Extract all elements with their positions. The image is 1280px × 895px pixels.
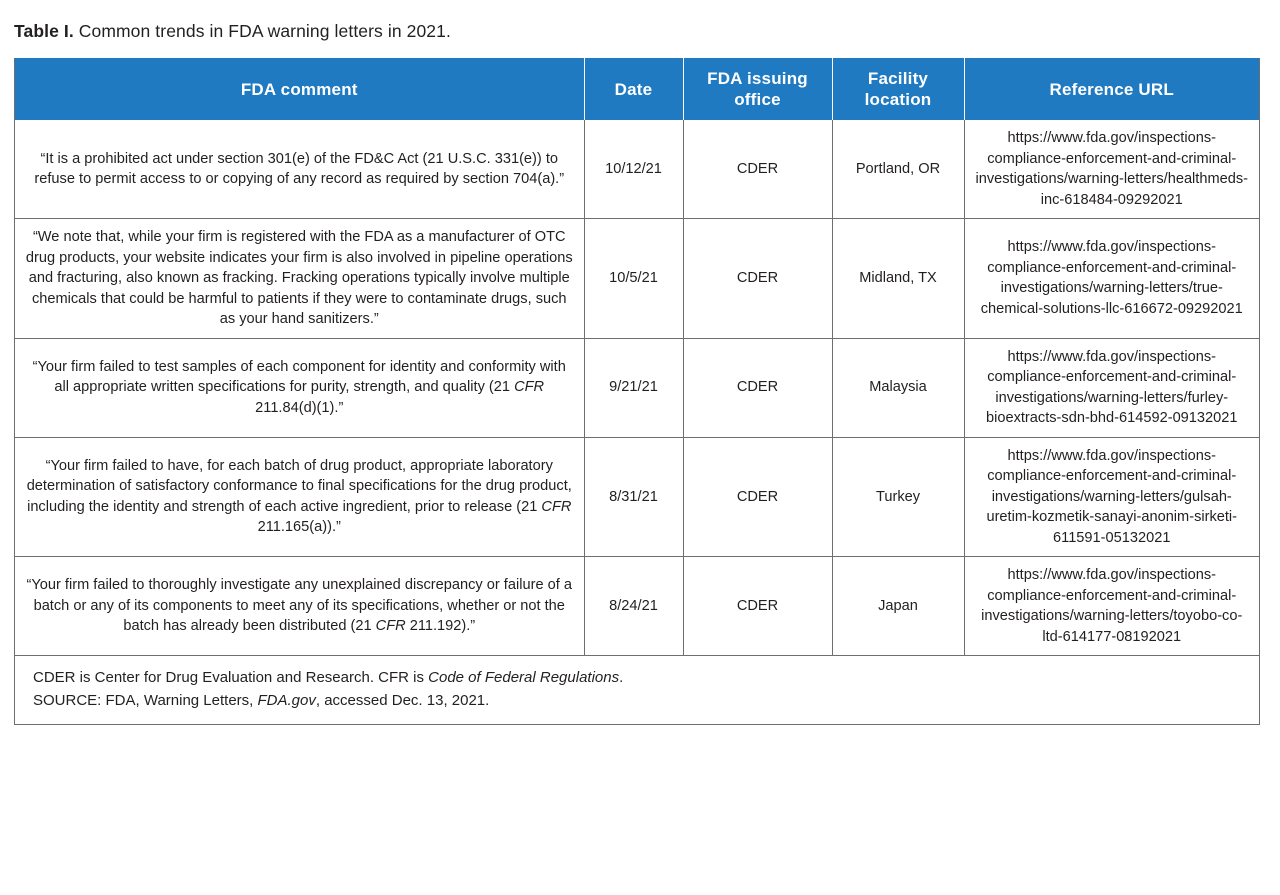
footnote-line1-pre: CDER is Center for Drug Evaluation and R… [33,669,429,686]
cell-reference-url: https://www.fda.gov/inspections-complian… [964,436,1259,557]
table-footnote: CDER is Center for Drug Evaluation and R… [15,655,1259,724]
cell-fda-comment: “Your firm failed to thoroughly investig… [15,556,585,656]
cell-date: 9/21/21 [584,337,684,437]
cell-date: 10/12/21 [584,120,684,219]
table-row: “It is a prohibited act under section 30… [15,120,1259,219]
footnote-abbreviations: CDER is Center for Drug Evaluation and R… [33,666,1241,689]
cell-reference-url: https://www.fda.gov/inspections-complian… [964,337,1259,437]
table-row: “Your firm failed to thoroughly investig… [15,556,1259,656]
table-row: “Your firm failed to test samples of eac… [15,337,1259,437]
table-header-row: FDA comment Date FDA issuing office Faci… [15,58,1259,120]
cell-reference-url: https://www.fda.gov/inspections-complian… [964,556,1259,656]
cell-facility-location: Midland, TX [832,218,965,338]
cell-fda-issuing-office: CDER [683,120,833,219]
column-header-date: Date [584,58,684,120]
table-row: “Your firm failed to have, for each batc… [15,436,1259,557]
comment-text-after-citation: 211.165(a)).” [257,519,341,536]
footnote-line2-italic: FDA.gov [257,692,316,709]
cell-date: 10/5/21 [584,218,684,338]
column-header-fda-comment: FDA comment [15,58,585,120]
table-caption: Table I. Common trends in FDA warning le… [14,20,451,42]
comment-text-before-citation: “Your firm failed to have, for each batc… [26,457,572,515]
cell-date: 8/31/21 [584,436,684,557]
cell-fda-issuing-office: CDER [683,218,833,338]
cell-fda-issuing-office: CDER [683,337,833,437]
footnote-line1-post: . [619,669,624,686]
column-header-reference-url: Reference URL [964,58,1259,120]
cell-fda-comment: “Your firm failed to test samples of eac… [15,337,585,437]
footnote-line2-pre: SOURCE: FDA, Warning Letters, [33,692,258,709]
cell-fda-issuing-office: CDER [683,436,833,557]
column-header-facility-location: Facility location [832,58,965,120]
cell-facility-location: Japan [832,556,965,656]
cell-fda-comment: “It is a prohibited act under section 30… [15,120,585,219]
fda-warning-letters-table: FDA comment Date FDA issuing office Faci… [14,58,1260,725]
cell-facility-location: Turkey [832,436,965,557]
column-header-fda-issuing-office: FDA issuing office [683,58,833,120]
footnote-line2-post: , accessed Dec. 13, 2021. [315,692,490,709]
cell-facility-location: Malaysia [832,337,965,437]
cell-fda-comment: “We note that, while your firm is regist… [15,218,585,338]
table-footnote-row: CDER is Center for Drug Evaluation and R… [15,655,1259,724]
comment-text-after-citation: 211.192).” [405,618,476,635]
cell-fda-comment: “Your firm failed to have, for each batc… [15,436,585,557]
cell-reference-url: https://www.fda.gov/inspections-complian… [964,218,1259,338]
table-caption-label: Table I. [14,21,74,41]
cell-fda-issuing-office: CDER [683,556,833,656]
citation-cfr: CFR [375,618,406,635]
comment-text-before-citation: “Your firm failed to test samples of eac… [32,358,566,396]
cell-facility-location: Portland, OR [832,120,965,219]
footnote-source: SOURCE: FDA, Warning Letters, FDA.gov, a… [33,689,1241,712]
cell-date: 8/24/21 [584,556,684,656]
footnote-line1-italic: Code of Federal Regulations [428,669,620,686]
comment-text-before-citation: “Your firm failed to thoroughly investig… [26,577,572,635]
comment-text-after-citation: 211.84(d)(1).” [255,399,344,416]
citation-cfr: CFR [541,498,572,515]
table-row: “We note that, while your firm is regist… [15,218,1259,338]
cell-reference-url: https://www.fda.gov/inspections-complian… [975,130,1249,208]
citation-cfr: CFR [514,379,545,396]
table-page: Table I. Common trends in FDA warning le… [0,0,1280,895]
table-caption-text: Common trends in FDA warning letters in … [73,21,451,41]
